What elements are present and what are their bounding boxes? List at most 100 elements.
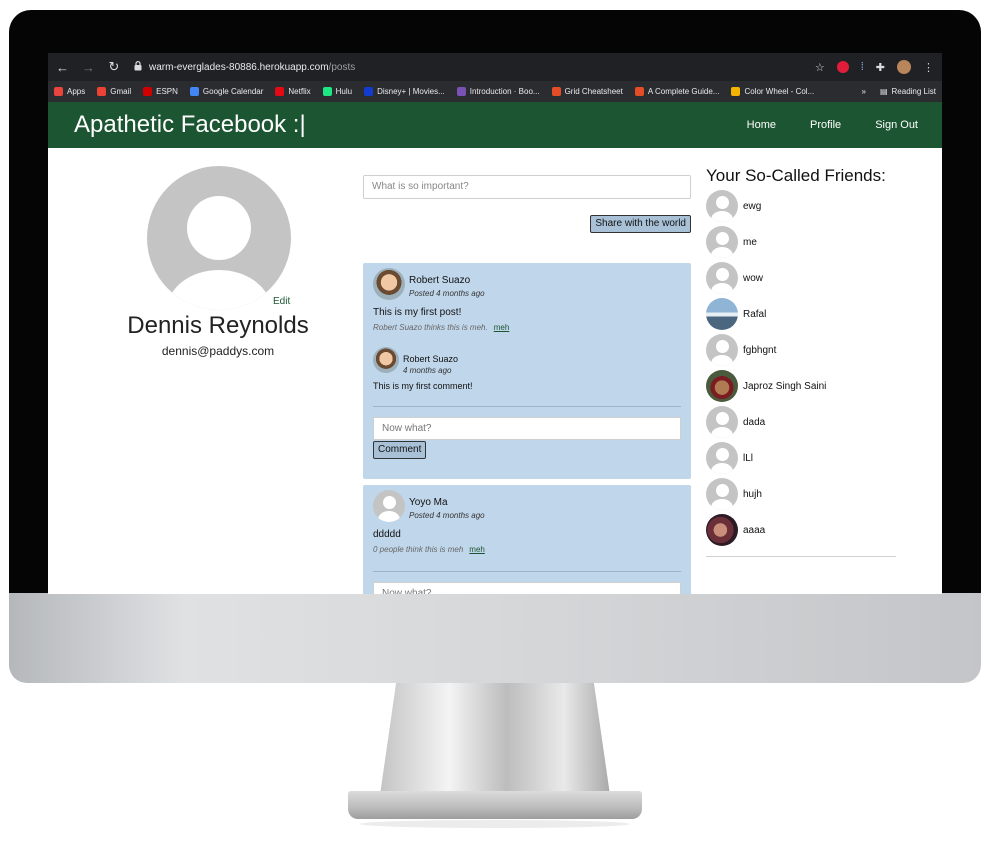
- profile-email: dennis@paddys.com: [161, 344, 275, 358]
- reload-icon[interactable]: ↻: [108, 59, 120, 75]
- comment-input[interactable]: Now what?: [373, 417, 681, 440]
- post-input[interactable]: What is so important?: [363, 175, 691, 199]
- avatar: [373, 347, 399, 373]
- avatar: [706, 298, 738, 330]
- espn-icon: [143, 87, 153, 96]
- bookmark-color-wheel[interactable]: Color Wheel - Col...: [731, 87, 814, 96]
- calendar-icon: [189, 87, 199, 96]
- friend-name: dada: [743, 416, 766, 428]
- nav-profile[interactable]: Profile: [810, 119, 841, 131]
- friend-name: wow: [743, 272, 764, 284]
- hulu-icon: [322, 87, 332, 96]
- post-body: ddddd: [373, 529, 401, 540]
- bookmark-gmail[interactable]: Gmail: [97, 87, 131, 96]
- divider: [706, 556, 896, 557]
- reading-list-button[interactable]: ▤ Reading List: [880, 87, 936, 96]
- friend-item[interactable]: wow: [706, 262, 763, 294]
- stand-shadow: [360, 820, 630, 828]
- bookmark-hulu[interactable]: Hulu: [322, 87, 352, 96]
- friend-item[interactable]: ewg: [706, 190, 761, 222]
- post-timestamp: Posted 4 months ago: [409, 511, 485, 520]
- url-path: /posts: [328, 61, 356, 73]
- meh-status: Robert Suazo thinks this is meh. meh: [373, 323, 510, 332]
- comment-author[interactable]: Robert Suazo: [403, 354, 458, 364]
- avatar: [706, 406, 738, 438]
- friend-item[interactable]: Japroz Singh Saini: [706, 370, 826, 402]
- comment-timestamp: 4 months ago: [403, 366, 452, 375]
- post-card: Robert Suazo Posted 4 months ago This is…: [363, 263, 691, 479]
- apps-grid-icon: [54, 87, 63, 96]
- bookmark-netflix[interactable]: Netflix: [275, 87, 311, 96]
- friend-item[interactable]: dada: [706, 406, 765, 438]
- nav-home[interactable]: Home: [747, 119, 776, 131]
- friends-title: Your So-Called Friends:: [706, 166, 886, 185]
- bookmark-google-calendar[interactable]: Google Calendar: [189, 87, 263, 96]
- brand-title[interactable]: Apathetic Facebook :|: [74, 111, 306, 139]
- site-navbar: Apathetic Facebook :| Home Profile Sign …: [48, 102, 942, 148]
- bookmark-grid-cheatsheet[interactable]: Grid Cheatsheet: [551, 87, 623, 96]
- friend-item[interactable]: lLl: [706, 442, 753, 474]
- divider: [373, 406, 681, 407]
- back-icon[interactable]: ←: [56, 60, 69, 75]
- bookmarks-bar: Apps Gmail ESPN Google Calendar Netflix …: [48, 81, 942, 102]
- disney-icon: [364, 87, 374, 96]
- forward-icon[interactable]: →: [82, 60, 95, 75]
- reading-list-icon: ▤: [879, 87, 888, 96]
- monitor-stand-base: [348, 791, 642, 819]
- avatar: [706, 190, 738, 222]
- edit-profile-link[interactable]: Edit: [273, 296, 290, 307]
- comment-button[interactable]: Comment: [373, 441, 427, 459]
- avatar: [706, 478, 738, 510]
- friend-name: Japroz Singh Saini: [743, 380, 827, 392]
- friend-item[interactable]: hujh: [706, 478, 762, 510]
- friend-name: Rafal: [743, 308, 767, 320]
- post-author[interactable]: Robert Suazo: [409, 275, 470, 286]
- comment-body: This is my first comment!: [373, 381, 473, 391]
- friend-name: hujh: [743, 488, 762, 500]
- comment-input[interactable]: Now what?: [373, 582, 681, 594]
- meh-status: 0 people think this is meh meh: [373, 545, 485, 554]
- lock-icon: [134, 60, 142, 74]
- friend-item[interactable]: fgbhgnt: [706, 334, 776, 366]
- avatar: [373, 490, 405, 522]
- extension-icon[interactable]: ⁞: [861, 61, 864, 73]
- profile-avatar: [147, 166, 291, 310]
- monitor-stand-neck: [380, 683, 610, 795]
- post-author[interactable]: Yoyo Ma: [409, 497, 448, 508]
- screen: ← → ↻ warm-everglades-80886.herokuapp.co…: [48, 53, 942, 594]
- avatar: [706, 226, 738, 258]
- avatar: [706, 370, 738, 402]
- extension-icon[interactable]: [836, 61, 849, 73]
- friend-name: fgbhgnt: [743, 344, 777, 356]
- address-bar[interactable]: warm-everglades-80886.herokuapp.com/post…: [134, 57, 801, 77]
- page-content: Edit Dennis Reynolds dennis@paddys.com W…: [48, 148, 942, 594]
- gmail-icon: [97, 87, 107, 96]
- bookmark-disney[interactable]: Disney+ | Movies...: [364, 87, 445, 96]
- meh-link[interactable]: meh: [494, 323, 510, 332]
- monitor-chin: [9, 593, 981, 683]
- menu-kebab-icon[interactable]: ⋮: [923, 61, 934, 74]
- extensions-puzzle-icon[interactable]: ✚: [876, 61, 885, 74]
- friend-name: aaaa: [743, 524, 766, 536]
- asterisk-icon: [634, 87, 644, 96]
- bookmark-bootstrap[interactable]: Introduction · Boo...: [456, 87, 540, 96]
- bookmark-complete-guide[interactable]: A Complete Guide...: [634, 87, 719, 96]
- friend-item[interactable]: Rafal: [706, 298, 766, 330]
- nav-sign-out[interactable]: Sign Out: [875, 119, 918, 131]
- avatar: [373, 268, 405, 300]
- friend-item[interactable]: me: [706, 226, 757, 258]
- friend-name: ewg: [743, 200, 762, 212]
- profile-avatar-icon[interactable]: [897, 60, 911, 74]
- friend-item[interactable]: aaaa: [706, 514, 765, 546]
- share-button[interactable]: Share with the world: [590, 215, 691, 233]
- bookmark-espn[interactable]: ESPN: [143, 87, 178, 96]
- meh-link[interactable]: meh: [469, 545, 485, 554]
- avatar: [706, 442, 738, 474]
- avatar: [706, 334, 738, 366]
- bookmark-apps[interactable]: Apps: [54, 87, 85, 96]
- avatar: [706, 262, 738, 294]
- bookmarks-overflow-button[interactable]: »: [862, 87, 866, 96]
- bookmark-star-icon[interactable]: ☆: [815, 61, 825, 74]
- divider: [373, 571, 681, 572]
- bootstrap-icon: [456, 87, 466, 96]
